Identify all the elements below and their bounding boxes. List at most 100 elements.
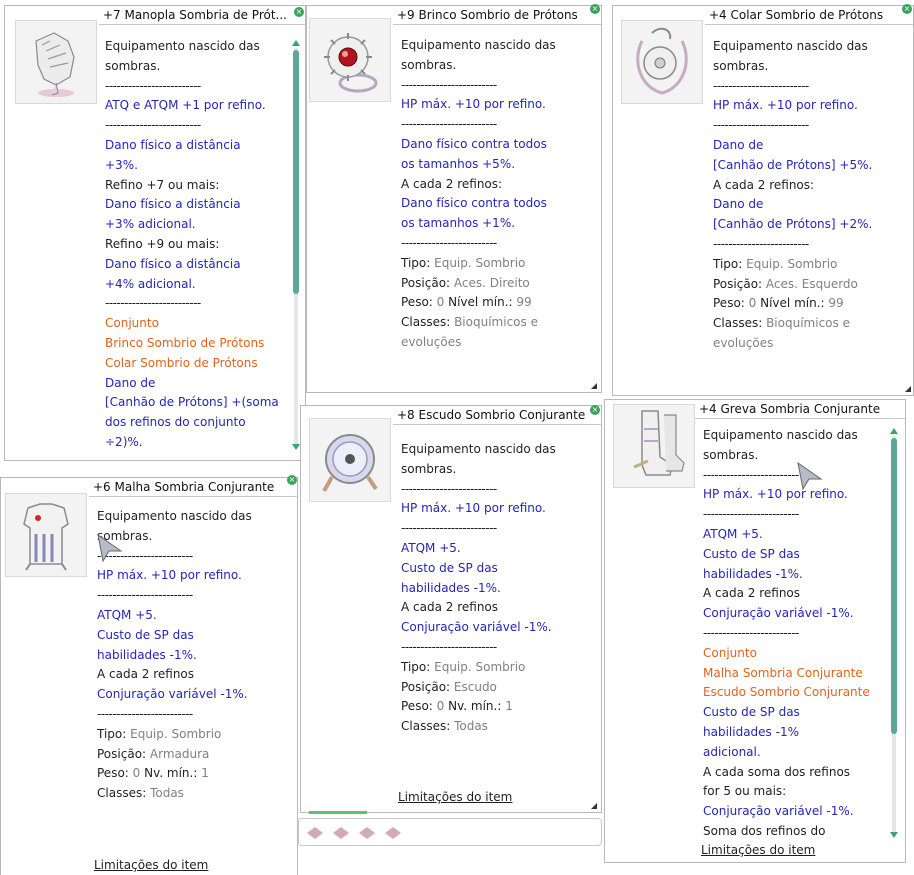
desc-line: [Canhão de Prótons] +5%. bbox=[713, 157, 873, 172]
desc-line: [Canhão de Prótons] +2%. bbox=[713, 217, 873, 232]
window-title[interactable]: +4 Greva Sombria Conjurante bbox=[695, 400, 905, 419]
info-value: evoluções bbox=[401, 334, 462, 349]
resize-handle[interactable] bbox=[591, 803, 597, 809]
desc-line: Custo de SP das bbox=[97, 627, 194, 642]
info-classes: Classes: Bioquímicos e bbox=[401, 313, 556, 333]
info-weight: Peso: 0 Nível mín.: 99 bbox=[401, 293, 556, 313]
desc-line: dos refinos do conjunto bbox=[105, 415, 246, 430]
scroll-down-icon[interactable] bbox=[292, 444, 300, 450]
close-icon[interactable]: × bbox=[902, 4, 912, 14]
info-label: Classes: bbox=[713, 316, 763, 331]
info-label: Classes: bbox=[401, 315, 451, 330]
scrollbar[interactable] bbox=[292, 40, 300, 452]
scroll-up-icon[interactable] bbox=[890, 428, 898, 434]
info-value: 99 bbox=[828, 296, 844, 311]
desc-line: for 5 ou mais: bbox=[703, 784, 787, 799]
scroll-thumb[interactable] bbox=[293, 50, 299, 294]
item-window-manopla: +7 Manopla Sombria de Prót... × Equipame… bbox=[4, 5, 306, 461]
item-image-greva bbox=[613, 404, 695, 488]
info-label: Posição: bbox=[401, 275, 451, 290]
desc-line: Equipamento nascido das bbox=[401, 38, 556, 52]
shield-icon bbox=[322, 434, 378, 492]
info-value: Escudo bbox=[453, 679, 497, 694]
info-value: 1 bbox=[201, 766, 209, 781]
window-title[interactable]: +6 Malha Sombria Conjurante bbox=[89, 478, 297, 497]
armor-icon bbox=[23, 503, 69, 571]
info-classes: Classes: Todas bbox=[401, 717, 556, 737]
item-description: Equipamento nascido das sombras. -------… bbox=[703, 426, 870, 842]
item-limitations-link[interactable]: Limitações do item bbox=[94, 858, 208, 872]
desc-line: Conjunto bbox=[703, 645, 757, 660]
desc-line: Custo de SP das bbox=[703, 705, 800, 720]
info-classes-cont: evoluções bbox=[401, 333, 556, 353]
separator: ------------------------- bbox=[401, 639, 497, 654]
desc-line: Conjunto bbox=[105, 316, 159, 331]
desc-line: A cada 2 refinos: bbox=[713, 177, 815, 192]
close-icon[interactable]: × bbox=[287, 475, 297, 485]
scrollbar[interactable] bbox=[890, 428, 898, 840]
info-value: evoluções bbox=[713, 335, 774, 350]
close-icon[interactable]: × bbox=[590, 4, 600, 14]
info-label: Peso: bbox=[713, 296, 745, 311]
window-title[interactable]: +4 Colar Sombrio de Prótons bbox=[705, 6, 913, 25]
window-title[interactable]: +9 Brinco Sombrio de Prótons bbox=[393, 6, 601, 25]
card-slot-icon bbox=[333, 827, 349, 839]
item-description: Equipamento nascido das sombras. -------… bbox=[401, 36, 556, 353]
item-limitations-link[interactable]: Limitações do item bbox=[701, 843, 815, 857]
item-slot-bar bbox=[298, 818, 602, 846]
earring-icon bbox=[324, 33, 378, 93]
desc-line: ATQM +5. bbox=[401, 540, 461, 555]
window-title[interactable]: +8 Escudo Sombrio Conjurante bbox=[393, 406, 601, 425]
desc-line: habilidades -1%. bbox=[703, 566, 803, 581]
desc-line: Equipamento nascido das bbox=[713, 39, 868, 53]
item-description: Equipamento nascido das sombras. -------… bbox=[713, 37, 872, 354]
resize-handle[interactable] bbox=[591, 383, 597, 389]
info-value: Aces. Esquerdo bbox=[765, 276, 858, 291]
desc-line: sombras. bbox=[401, 461, 457, 476]
item-window-greva: +4 Greva Sombria Conjurante Equipamento … bbox=[604, 399, 906, 863]
separator: ------------------------- bbox=[105, 118, 201, 133]
desc-line: Dano físico a distância bbox=[105, 137, 241, 152]
desc-line: A cada 2 refinos bbox=[703, 586, 801, 601]
info-weight: Peso: 0 Nv. mín.: 1 bbox=[97, 764, 252, 784]
desc-line: ATQM +5. bbox=[97, 607, 157, 622]
info-value: 99 bbox=[516, 295, 532, 310]
info-position: Posição: Aces. Esquerdo bbox=[713, 275, 872, 295]
item-limitations-link[interactable]: Limitações do item bbox=[398, 790, 512, 804]
info-position: Posição: Aces. Direito bbox=[401, 274, 556, 294]
info-label: Classes: bbox=[97, 786, 147, 801]
close-icon[interactable]: × bbox=[294, 7, 304, 17]
separator: ------------------------- bbox=[713, 118, 809, 133]
desc-line: A cada 2 refinos: bbox=[401, 176, 503, 191]
desc-line: Conjuração variável -1%. bbox=[97, 687, 248, 702]
desc-line: ATQ e ATQM +1 por refino. bbox=[105, 98, 266, 113]
info-value: 0 bbox=[436, 295, 445, 310]
scroll-thumb[interactable] bbox=[891, 438, 897, 734]
desc-line: A cada 2 refinos bbox=[401, 600, 499, 615]
scroll-up-icon[interactable] bbox=[292, 40, 300, 46]
desc-line: Equipamento nascido das bbox=[703, 428, 858, 442]
info-classes-cont: evoluções bbox=[713, 334, 872, 354]
desc-line: Conjuração variável -1%. bbox=[401, 620, 552, 635]
desc-line: HP máx. +10 por refino. bbox=[703, 487, 848, 502]
desc-line: HP máx. +10 por refino. bbox=[713, 98, 858, 113]
scroll-down-icon[interactable] bbox=[890, 832, 898, 838]
desc-line: Custo de SP das bbox=[401, 560, 498, 575]
desc-line: habilidades -1%. bbox=[401, 580, 501, 595]
separator: ------------------------- bbox=[713, 236, 809, 251]
separator: ------------------------- bbox=[401, 521, 497, 536]
info-label: Nível mín.: bbox=[760, 296, 825, 311]
desc-line: Refino +9 ou mais: bbox=[105, 236, 220, 251]
info-value: Todas bbox=[454, 719, 488, 734]
window-title[interactable]: +7 Manopla Sombria de Prót... bbox=[99, 6, 305, 25]
desc-line: sombras. bbox=[105, 58, 161, 73]
info-position: Posição: Armadura bbox=[97, 745, 252, 765]
resize-handle[interactable] bbox=[905, 386, 911, 392]
close-icon[interactable]: × bbox=[590, 405, 600, 415]
mouse-cursor-icon bbox=[97, 534, 123, 562]
separator: ------------------------- bbox=[703, 507, 799, 522]
info-type: Tipo: Equip. Sombrio bbox=[401, 254, 556, 274]
info-value: Equip. Sombrio bbox=[130, 726, 222, 741]
info-value: Equip. Sombrio bbox=[434, 659, 526, 674]
info-label: Nv. mín.: bbox=[144, 766, 198, 781]
